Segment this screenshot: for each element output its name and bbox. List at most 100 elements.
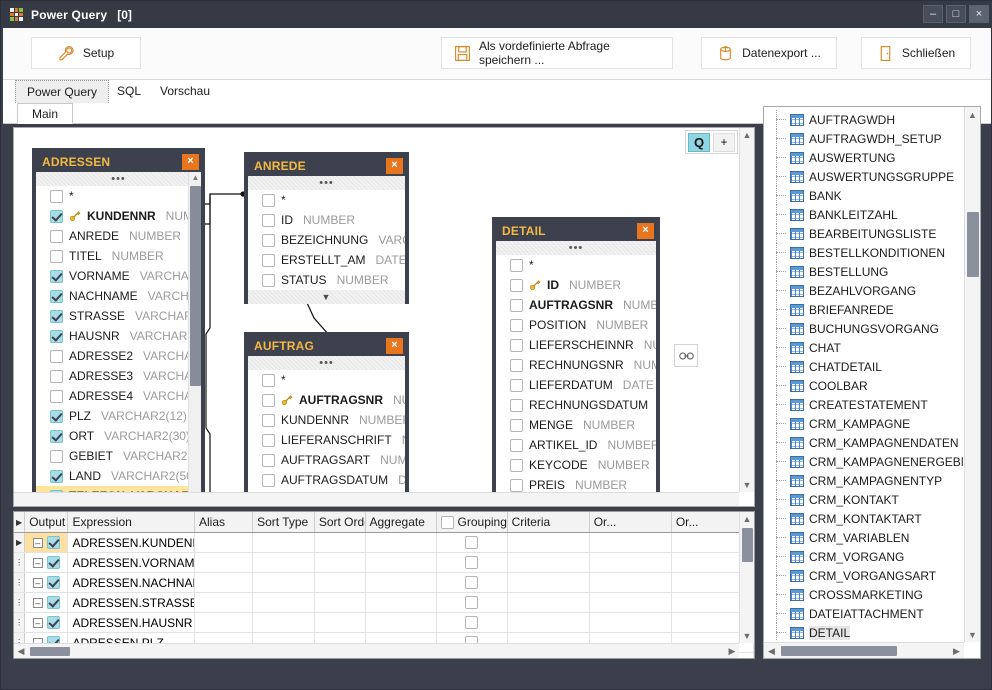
grid-col-output[interactable]: Output	[25, 512, 69, 532]
row-output-cell[interactable]: –	[25, 613, 69, 632]
table-row[interactable]: ▶ – ADRESSEN.KUNDENNR	[14, 533, 754, 553]
table-scroll-up-grip[interactable]: •••	[248, 356, 405, 370]
row-or1-cell[interactable]	[590, 533, 672, 552]
diagram-scroll-up-icon[interactable]: ▲	[740, 128, 754, 142]
table-header-detail[interactable]: DETAIL ×	[496, 221, 656, 241]
table-close-icon[interactable]: ×	[386, 338, 403, 354]
row-expression-cell[interactable]: ADRESSEN.VORNAME	[68, 553, 196, 572]
row-sort-type-cell[interactable]	[253, 593, 315, 612]
field-row[interactable]: RECHNUNGSNR NUMBER	[496, 355, 656, 375]
field-row[interactable]: STATUS NUMBER	[248, 270, 405, 290]
tree-scroll-left-icon[interactable]: ◀	[764, 643, 779, 658]
row-sort-order-cell[interactable]	[315, 533, 366, 552]
field-row[interactable]: LIEFERDATUM DATE	[496, 375, 656, 395]
row-output-cell[interactable]: –	[25, 593, 69, 612]
output-checkbox[interactable]	[46, 536, 60, 549]
field-row[interactable]: TELEFAXVARCHAR2(50)	[36, 506, 201, 507]
row-expander-icon[interactable]: –	[32, 557, 43, 568]
table-close-icon[interactable]: ×	[386, 158, 403, 174]
row-alias-cell[interactable]	[195, 533, 254, 552]
field-row[interactable]: LAND VARCHAR2(50)	[36, 466, 201, 486]
tree-item[interactable]: CHAT	[764, 338, 963, 357]
field-checkbox[interactable]	[262, 233, 275, 247]
field-row[interactable]: *	[248, 190, 405, 210]
grid-col-sort-order[interactable]: Sort Order	[315, 512, 366, 532]
grid-vertical-scrollbar[interactable]: ▲ ▼	[739, 512, 754, 643]
tree-item[interactable]: AUSWERTUNGSGRUPPE	[764, 167, 963, 186]
field-checkbox[interactable]	[50, 329, 63, 343]
field-checkbox[interactable]	[262, 193, 275, 207]
tree-scroll-thumb[interactable]	[967, 212, 979, 277]
tree-item[interactable]: BEZAHLVORGANG	[764, 281, 963, 300]
row-output-cell[interactable]: –	[25, 533, 69, 552]
grid-col-criteria[interactable]: Criteria	[508, 512, 590, 532]
grid-scroll-right-icon[interactable]: ▶	[725, 644, 739, 658]
row-expression-cell[interactable]: ADRESSEN.HAUSNR	[68, 613, 196, 632]
field-checkbox[interactable]	[50, 429, 63, 443]
field-row[interactable]: ORT VARCHAR2(30)	[36, 426, 201, 446]
tree-item[interactable]: BANK	[764, 186, 963, 205]
field-row[interactable]: ADRESSE4VARCHAR2(50)	[36, 386, 201, 406]
field-row[interactable]: *	[248, 370, 405, 390]
field-checkbox[interactable]	[50, 289, 63, 303]
row-or1-cell[interactable]	[590, 553, 672, 572]
tab-power-query[interactable]: Power Query	[15, 80, 110, 103]
row-criteria-cell[interactable]	[508, 553, 590, 572]
tree-item-detail[interactable]: DETAIL	[764, 623, 963, 641]
row-expander-icon[interactable]: –	[32, 617, 43, 628]
diagram-table-anrede[interactable]: ANREDE × ••• * ID NUMBER BEZEICHNUNG VARCH…	[244, 152, 409, 304]
output-checkbox[interactable]	[46, 596, 60, 609]
tree-item[interactable]: BRIEFANREDE	[764, 300, 963, 319]
field-checkbox[interactable]	[262, 253, 275, 267]
close-button[interactable]: ×	[969, 5, 989, 23]
zoom-in-button[interactable]: +	[713, 132, 735, 152]
tree-item[interactable]: BESTELLKONDITIONEN	[764, 243, 963, 262]
tree-list[interactable]: AUFTRAGWDH AUFTRAGWDH_SETUP AUSWERTUNG A…	[764, 110, 963, 641]
diagram-canvas[interactable]: Q + ADRESSEN × ••• * KUNDENNR NUM ANREDE…	[14, 128, 754, 506]
row-criteria-cell[interactable]	[508, 573, 590, 592]
field-checkbox[interactable]	[50, 229, 63, 243]
tree-item[interactable]: AUFTRAGWDH_SETUP	[764, 129, 963, 148]
field-row[interactable]: ANREDE NUMBER	[36, 226, 201, 246]
table-scroll-up-grip[interactable]: •••	[496, 241, 656, 255]
query-diagram-panel[interactable]: Q + ADRESSEN × ••• * KUNDENNR NUM ANREDE…	[13, 127, 755, 507]
tree-vertical-scrollbar[interactable]: ▲ ▼	[964, 107, 980, 642]
field-row[interactable]: ID NUMBER	[496, 275, 656, 295]
row-sort-type-cell[interactable]	[253, 613, 315, 632]
field-checkbox[interactable]	[510, 298, 523, 312]
field-row[interactable]: NACHNAMEVARCHAR2(50)	[36, 286, 201, 306]
field-row[interactable]: ERSTELLT_AM DATE	[248, 250, 405, 270]
field-checkbox[interactable]	[510, 478, 523, 492]
field-checkbox[interactable]	[262, 273, 275, 287]
field-checkbox[interactable]	[50, 449, 63, 463]
tree-item[interactable]: CRM_KAMPAGNENTYP	[764, 471, 963, 490]
grid-scroll-down-icon[interactable]: ▼	[740, 629, 754, 643]
grid-col-sort-type[interactable]: Sort Type	[253, 512, 315, 532]
tree-scroll-down-icon[interactable]: ▼	[965, 627, 980, 642]
tree-item[interactable]: CRM_VORGANG	[764, 547, 963, 566]
field-checkbox[interactable]	[50, 189, 63, 203]
field-checkbox[interactable]	[50, 209, 63, 223]
tree-item[interactable]: AUSWERTUNG	[764, 148, 963, 167]
row-aggregate-cell[interactable]	[366, 533, 437, 552]
grid-scroll-left-icon[interactable]: ◀	[14, 644, 28, 658]
field-checkbox[interactable]	[50, 389, 63, 403]
subtab-main[interactable]: Main	[17, 103, 74, 124]
field-row[interactable]: RECHNUNGSDATUMDATE	[496, 395, 656, 415]
field-checkbox[interactable]	[510, 458, 523, 472]
field-checkbox[interactable]	[510, 258, 523, 272]
row-aggregate-cell[interactable]	[366, 613, 437, 632]
field-checkbox[interactable]	[262, 373, 275, 387]
table-close-icon[interactable]: ×	[637, 223, 654, 239]
field-checkbox[interactable]	[510, 318, 523, 332]
grid-scroll-up-icon[interactable]: ▲	[740, 512, 754, 526]
row-aggregate-cell[interactable]	[366, 553, 437, 572]
grid-hscroll-thumb[interactable]	[30, 647, 70, 656]
tree-item[interactable]: BESTELLUNG	[764, 262, 963, 281]
row-output-cell[interactable]: –	[25, 553, 69, 572]
tab-vorschau[interactable]: Vorschau	[149, 80, 221, 103]
field-checkbox[interactable]	[262, 413, 275, 427]
row-aggregate-cell[interactable]	[366, 593, 437, 612]
row-output-cell[interactable]: –	[25, 573, 69, 592]
field-row[interactable]: POSITION NUMBER	[496, 315, 656, 335]
